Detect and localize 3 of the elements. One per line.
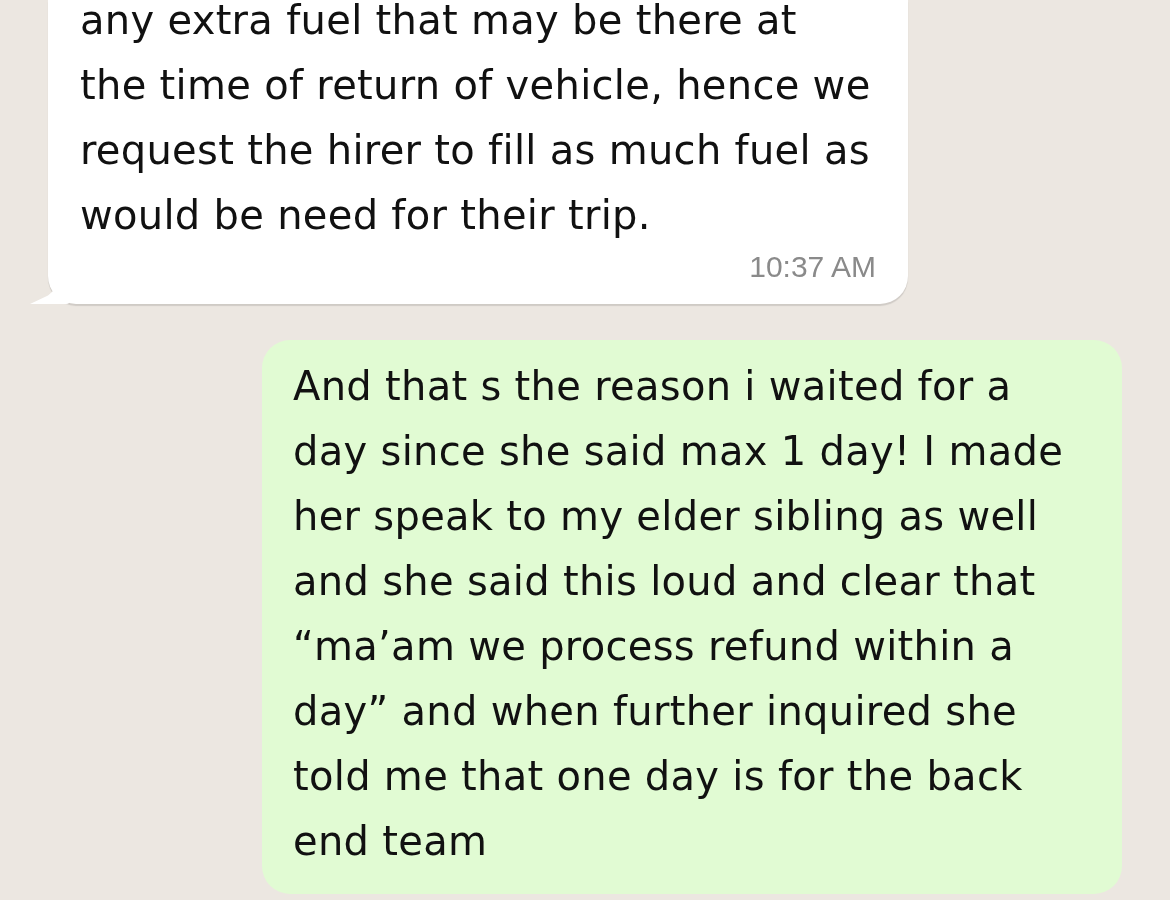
message-text: any extra fuel that may be there at the time of return of vehicle, hence we request the hirer to fill as much fuel as would be need for their trip. (80, 0, 872, 240)
message-text: And that s the reason i waited for a day since she said max 1 day! I made her speak to my elder sibling as well and she said this loud and clear that “ma’am we process refund within a day” and when further inquired she told me that one day is for the back end team (293, 362, 1065, 866)
message-time: 10:37 AM (749, 250, 876, 284)
